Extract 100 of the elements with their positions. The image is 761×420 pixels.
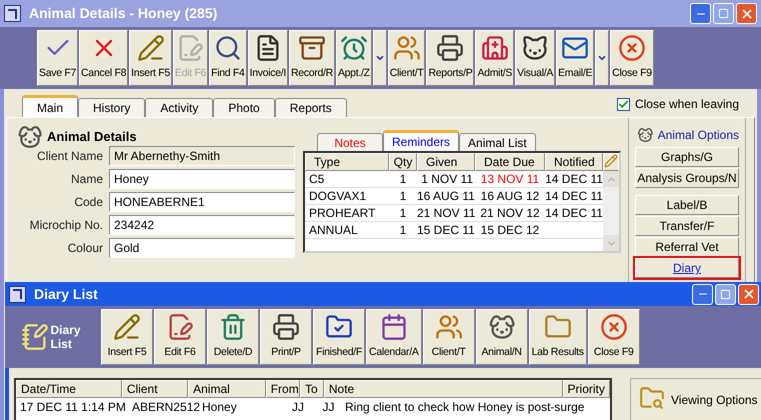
toolbar-button[interactable]: Print/P	[260, 309, 312, 365]
pencil-icon	[604, 154, 618, 168]
input-field[interactable]: Honey	[109, 169, 295, 189]
table-cell-text: 1	[398, 188, 408, 204]
toolbar-button[interactable]: Visual/A	[515, 30, 556, 86]
tab[interactable]: Notes	[317, 133, 383, 151]
tab[interactable]: History	[78, 98, 146, 117]
viewing-options-label: Viewing Options	[671, 392, 758, 409]
scrollbar[interactable]	[603, 171, 619, 251]
column-header[interactable]: Qty	[389, 153, 417, 171]
tab[interactable]: Photo	[213, 98, 275, 117]
table-cell-text: Honey	[201, 399, 238, 416]
toolbar-button[interactable]: Insert F5	[129, 30, 172, 86]
column-header[interactable]: Type	[305, 153, 389, 171]
table-cell-text: 1	[398, 171, 408, 187]
dropdown-button[interactable]	[595, 30, 610, 86]
section-heading: Animal Details	[47, 128, 137, 146]
tab[interactable]: Reports	[274, 98, 347, 117]
option-button[interactable]: Transfer/F	[635, 216, 739, 236]
toolbar-button[interactable]: Save F7	[37, 30, 78, 86]
input-field[interactable]: Gold	[109, 238, 295, 258]
toolbar-button[interactable]: Client/T	[422, 309, 475, 365]
app-logo-icon	[9, 286, 26, 302]
field-label: Colour	[66, 240, 104, 257]
table-cell-text: ABERN2512	[131, 399, 198, 416]
toolbar-button[interactable]: Email/E	[556, 30, 594, 86]
table-cell-text: 17 DEC 11 1:14 PM	[19, 399, 127, 416]
column-header[interactable]: Client	[122, 380, 188, 398]
close-window-button[interactable]	[738, 284, 759, 304]
minimize-button[interactable]	[690, 3, 711, 24]
pencil-icon	[136, 34, 165, 62]
toolbar-button[interactable]: Delete/D	[207, 309, 259, 365]
column-header[interactable]: Priority	[562, 380, 610, 398]
pencil-icon	[113, 313, 141, 342]
column-header[interactable]: From	[266, 380, 300, 398]
maximize-icon	[720, 288, 731, 300]
printer-icon	[436, 34, 464, 62]
option-button[interactable]: Diary	[635, 258, 739, 278]
option-button[interactable]: Label/B	[635, 195, 739, 215]
toolbar-button[interactable]: Record/R	[288, 30, 335, 86]
input-field[interactable]: 234242	[109, 215, 295, 235]
printer-icon	[272, 313, 300, 342]
option-button[interactable]: Graphs/G	[635, 147, 739, 167]
toolbar-button[interactable]: Edit F6	[154, 309, 206, 365]
toolbar-button[interactable]: Invoice/I	[248, 30, 288, 86]
field-label: Client Name	[36, 148, 104, 165]
field-label: Code	[73, 194, 104, 211]
column-header[interactable]: Notified	[545, 153, 603, 171]
checkbox-label: Close when leaving	[634, 96, 739, 113]
toolbar-button[interactable]: Cancel F8	[79, 30, 128, 86]
tab[interactable]: Animal List	[459, 133, 536, 151]
maximize-button[interactable]	[715, 284, 736, 304]
column-header[interactable]: To	[300, 380, 324, 398]
table-cell-text: 1 NOV 11	[420, 171, 474, 187]
close-window-button[interactable]	[736, 3, 757, 24]
magnifier-icon	[214, 34, 242, 62]
tab[interactable]: Reminders	[383, 130, 460, 151]
toolbar-button[interactable]: Find F4	[209, 30, 247, 86]
table-cell-text: 1	[398, 222, 408, 238]
toolbar-button[interactable]: Client/T	[388, 30, 426, 86]
table-cell: 14 DEC 11	[545, 171, 603, 187]
option-button[interactable]: Referral Vet	[635, 237, 739, 257]
option-button[interactable]: Analysis Groups/N	[635, 168, 739, 188]
toolbar-button[interactable]: Lab Results	[528, 309, 587, 365]
toolbar-button[interactable]: Close F9	[610, 30, 654, 86]
column-header[interactable]: Given	[417, 153, 475, 171]
toolbar-button[interactable]: Admit/S	[475, 30, 514, 86]
column-header[interactable]: Note	[324, 380, 563, 398]
toolbar-button[interactable]: Close F9	[588, 309, 640, 365]
animal-face-icon	[521, 34, 550, 62]
table-cell-text: PROHEART	[308, 205, 376, 221]
dog-icon	[488, 313, 516, 342]
table-cell: 14 DEC 11	[545, 188, 603, 204]
dropdown-button[interactable]	[372, 30, 387, 86]
tab[interactable]: Activity	[145, 98, 214, 117]
toolbar-button[interactable]: Finished/F	[313, 309, 366, 365]
input-field[interactable]: Mr Abernethy-Smith	[109, 146, 295, 166]
toolbar-button[interactable]: Animal/N	[476, 309, 528, 365]
toolbar-button[interactable]: Reports/P	[426, 30, 474, 86]
checkbox[interactable]	[616, 98, 630, 110]
section-heading: Animal Options	[658, 127, 739, 144]
minimize-button[interactable]	[692, 284, 713, 304]
people-icon	[392, 34, 421, 62]
toolbar-button[interactable]: Calendar/A	[366, 309, 422, 365]
toolbar-button[interactable]: Insert F5	[101, 309, 153, 365]
table-cell: 21 NOV 11	[417, 205, 475, 221]
table-cell-text: JJ	[291, 399, 305, 416]
column-header[interactable]: Date/Time	[16, 380, 122, 398]
table-cell-text: DOGVAX1	[308, 188, 368, 204]
input-field[interactable]: HONEABERNE1	[109, 192, 295, 212]
dog-icon	[17, 124, 43, 150]
close-icon	[618, 34, 646, 62]
tab[interactable]: Main	[22, 95, 78, 117]
toolbar-button[interactable]: Appt./Z	[336, 30, 372, 86]
field-label: Name	[70, 171, 104, 188]
table-cell-text: JJ	[322, 399, 336, 416]
viewing-options-panel[interactable]: Viewing Options	[630, 378, 761, 420]
table-cell-text: ANNUAL	[308, 222, 359, 238]
column-header[interactable]: Animal	[188, 380, 266, 398]
column-header[interactable]: Date Due	[475, 153, 545, 171]
